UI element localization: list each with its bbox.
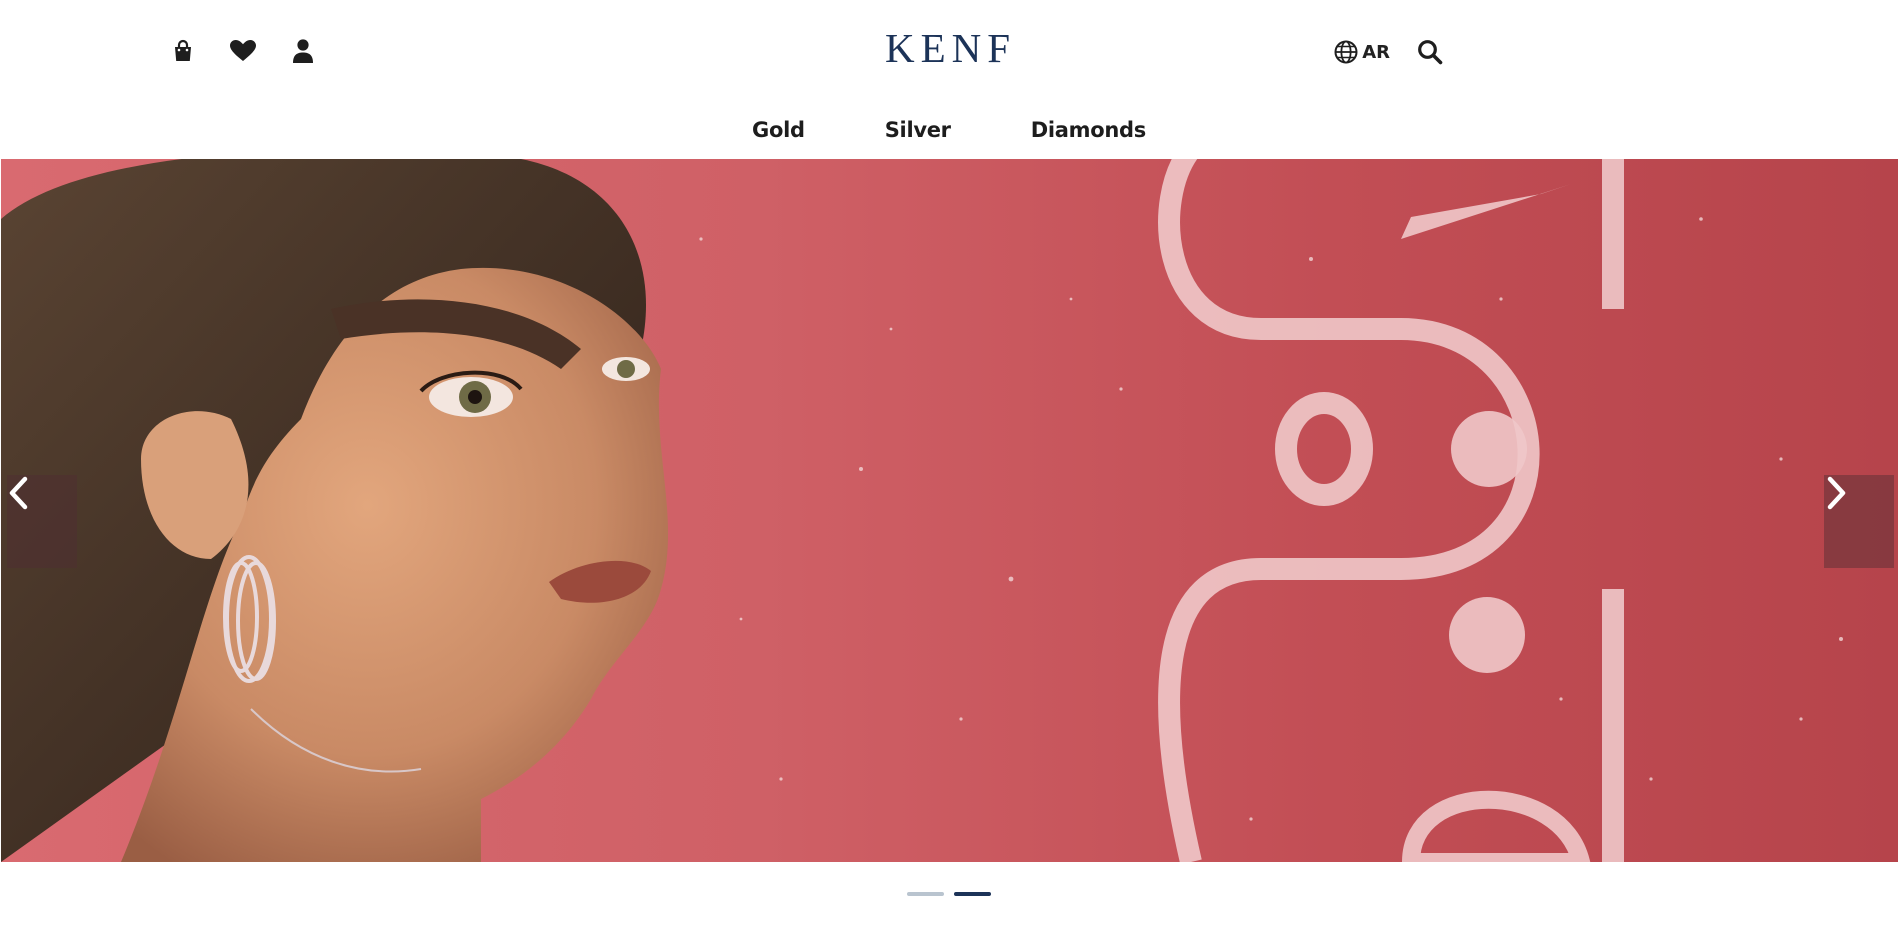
site-header: KENF AR	[0, 0, 1898, 100]
user-icon	[293, 39, 313, 63]
carousel-pagination	[0, 892, 1898, 896]
hero-carousel	[1, 159, 1898, 862]
chevron-right-icon	[1827, 476, 1846, 510]
carousel-next-button[interactable]	[1824, 475, 1894, 568]
globe-icon	[1334, 40, 1358, 64]
language-switch[interactable]: AR	[1334, 40, 1390, 64]
heart-icon	[230, 40, 256, 61]
search-icon	[1418, 40, 1443, 65]
carousel-prev-button[interactable]	[7, 475, 77, 568]
header-left-icons	[165, 33, 321, 69]
language-label: AR	[1362, 41, 1390, 63]
nav-item-silver[interactable]: Silver	[885, 118, 951, 142]
hero-slide-image	[1, 159, 1843, 862]
cart-button[interactable]	[165, 33, 201, 69]
account-button[interactable]	[285, 33, 321, 69]
nav-item-diamonds[interactable]: Diamonds	[1031, 118, 1147, 142]
header-right-controls: AR	[1334, 34, 1448, 70]
chevron-left-icon	[9, 476, 28, 510]
carousel-dot-1[interactable]	[907, 892, 944, 896]
carousel-dot-2[interactable]	[954, 892, 991, 896]
main-nav: Gold Silver Diamonds	[0, 100, 1898, 159]
nav-item-gold[interactable]: Gold	[752, 118, 805, 142]
search-button[interactable]	[1412, 34, 1448, 70]
brand-logo[interactable]: KENF	[885, 24, 1015, 72]
wishlist-button[interactable]	[225, 33, 261, 69]
shopping-bag-icon	[175, 39, 191, 61]
